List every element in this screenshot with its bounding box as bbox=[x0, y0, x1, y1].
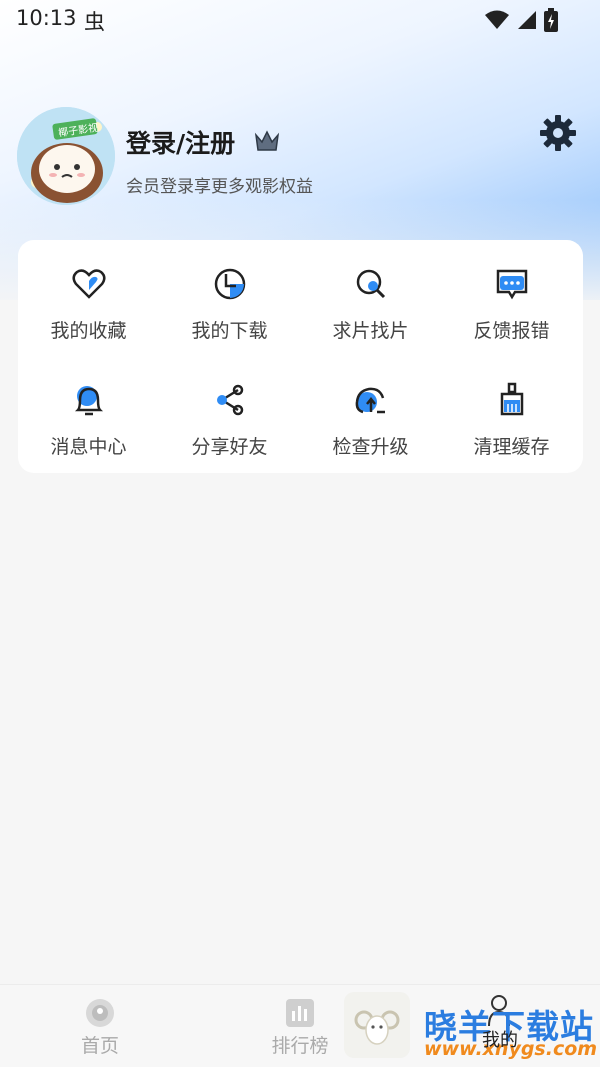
upgrade-icon bbox=[355, 387, 385, 414]
login-subtitle: 会员登录享更多观影权益 bbox=[126, 177, 313, 197]
debug-bug-icon: 虫 bbox=[84, 10, 105, 34]
feedback-icon bbox=[496, 269, 528, 300]
menu-item-favorites[interactable]: 我的收藏 bbox=[18, 246, 159, 356]
settings-gear-icon[interactable] bbox=[538, 113, 578, 153]
nav-tab-me[interactable]: 我的 bbox=[482, 1026, 518, 1052]
menu-item-feedback[interactable]: 反馈报错 bbox=[441, 246, 582, 356]
nav-label-home: 首页 bbox=[80, 1035, 119, 1057]
bell-icon bbox=[74, 386, 104, 416]
function-menu-card: 我的收藏 我的下载 求片找片 反馈报错 消息中心 分享好友 检查升级 清理缓存 bbox=[18, 240, 583, 473]
nav-label-ranking: 排行榜 bbox=[271, 1035, 329, 1057]
search-icon bbox=[356, 269, 386, 299]
login-register-title[interactable]: 登录/注册 bbox=[126, 124, 235, 160]
menu-item-share[interactable]: 分享好友 bbox=[159, 362, 300, 472]
download-icon bbox=[214, 268, 246, 300]
share-icon bbox=[217, 384, 244, 416]
menu-item-upgrade[interactable]: 检查升级 bbox=[300, 362, 441, 472]
avatar[interactable]: 椰子影视 bbox=[17, 107, 115, 205]
status-time: 10:13 bbox=[16, 6, 77, 30]
menu-item-request[interactable]: 求片找片 bbox=[300, 246, 441, 356]
watermark: 晓羊下载站 www.xnygs.com 我的 bbox=[344, 988, 600, 1066]
menu-label-request: 求片找片 bbox=[332, 320, 409, 342]
nav-tab-ranking[interactable]: 排行榜 bbox=[250, 985, 350, 1067]
nav-tab-home[interactable]: 首页 bbox=[50, 985, 150, 1067]
menu-label-feedback: 反馈报错 bbox=[473, 320, 550, 342]
sheep-logo-icon bbox=[344, 992, 410, 1058]
home-icon bbox=[86, 999, 114, 1027]
heart-icon bbox=[72, 269, 106, 299]
menu-item-downloads[interactable]: 我的下载 bbox=[159, 246, 300, 356]
ranking-chart-icon bbox=[286, 999, 314, 1027]
menu-label-messages: 消息中心 bbox=[50, 436, 127, 458]
menu-label-upgrade: 检查升级 bbox=[332, 436, 409, 458]
crown-icon bbox=[254, 130, 280, 151]
status-icons bbox=[484, 8, 558, 32]
coconut-avatar-icon: 椰子影视 bbox=[17, 107, 115, 205]
menu-label-clean-cache: 清理缓存 bbox=[473, 436, 550, 458]
menu-item-messages[interactable]: 消息中心 bbox=[18, 362, 159, 472]
cell-signal-icon bbox=[518, 11, 536, 29]
menu-label-downloads: 我的下载 bbox=[191, 320, 268, 342]
menu-label-share: 分享好友 bbox=[191, 436, 268, 458]
menu-item-clean-cache[interactable]: 清理缓存 bbox=[441, 362, 582, 472]
clean-icon bbox=[500, 382, 524, 416]
menu-label-favorites: 我的收藏 bbox=[50, 320, 127, 342]
status-bar: 10:13 虫 bbox=[0, 0, 600, 40]
battery-icon bbox=[544, 8, 558, 32]
wifi-icon bbox=[485, 10, 509, 29]
